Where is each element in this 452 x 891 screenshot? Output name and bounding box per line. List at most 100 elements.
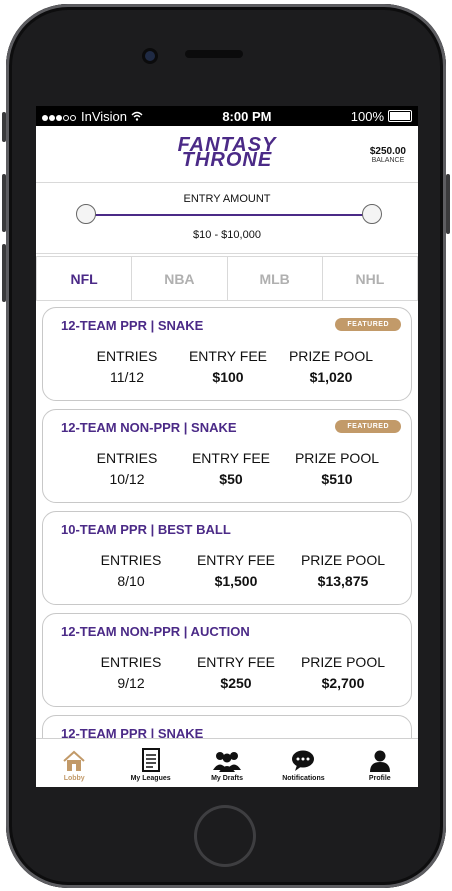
entry-fee-label: ENTRY FEE [188,348,268,364]
tab-nhl[interactable]: NHL [321,257,417,300]
carrier-label: InVision [81,108,128,124]
bottom-nav: Lobby My Leagues My Drafts Notifications… [36,738,418,787]
entries-stat: ENTRIES 8/10 [91,552,171,589]
prize-pool-value: $1,020 [309,369,353,385]
nav-lobby[interactable]: Lobby [36,739,112,787]
group-icon [213,752,242,772]
document-icon [141,748,160,772]
entry-amount-filter: ENTRY AMOUNT $10 - $10,000 [36,183,418,254]
nav-profile[interactable]: Profile [342,739,418,787]
app-header: FANTASY THRONE $250.00 BALANCE [36,126,418,183]
fantasy-throne-logo[interactable]: FANTASY THRONE [36,135,418,171]
camera-icon [145,51,155,61]
power-button [446,174,450,234]
entry-amount-range: $10 - $10,000 [193,229,261,241]
contest-stats: ENTRIES 9/12 ENTRY FEE $250 PRIZE POOL $… [91,654,385,691]
nav-label: Lobby [63,775,85,782]
prize-pool-stat: PRIZE POOL $2,700 [301,654,385,691]
entry-slider-min-handle[interactable] [76,204,96,224]
entry-fee-stat: ENTRY FEE $100 [188,348,268,385]
volume-up-button [2,174,6,232]
prize-pool-label: PRIZE POOL [300,654,385,670]
entries-label: ENTRIES [100,654,162,670]
entry-fee-label: ENTRY FEE [191,450,271,466]
contest-card[interactable]: 10-TEAM PPR | BEST BALL ENTRIES 8/10 ENT… [42,511,412,605]
contest-list[interactable]: 12-TEAM PPR | SNAKE FEATURED ENTRIES 11/… [36,301,418,767]
entries-value: 9/12 [117,675,145,691]
nav-label: Profile [368,775,391,782]
contest-stats: ENTRIES 8/10 ENTRY FEE $1,500 PRIZE POOL… [91,552,385,589]
entries-label: ENTRIES [100,552,162,568]
entry-fee-value: $50 [219,471,243,487]
speaker-grille [185,50,243,58]
entries-label: ENTRIES [96,348,158,364]
entry-fee-stat: ENTRY FEE $250 [196,654,276,691]
clock: 8:00 PM [222,108,272,124]
contest-card[interactable]: 12-TEAM NON-PPR | SNAKE FEATURED ENTRIES… [42,409,412,503]
contest-stats: ENTRIES 11/12 ENTRY FEE $100 PRIZE POOL … [87,348,373,385]
prize-pool-value: $510 [321,471,353,487]
entry-fee-label: ENTRY FEE [196,552,276,568]
balance-amount: $250.00 [369,146,406,157]
prize-pool-stat: PRIZE POOL $13,875 [301,552,385,589]
sport-tabs: NFL NBA MLB NHL [36,256,418,301]
nav-my-drafts[interactable]: My Drafts [189,739,265,787]
entry-amount-title: ENTRY AMOUNT [183,193,271,205]
user-icon [369,750,390,772]
entry-slider-track[interactable] [86,214,372,216]
home-button [197,808,253,864]
tab-nba[interactable]: NBA [131,257,226,300]
prize-pool-stat: PRIZE POOL $1,020 [289,348,373,385]
contest-stats: ENTRIES 10/12 ENTRY FEE $50 PRIZE POOL $… [87,450,379,487]
status-bar: InVision 8:00 PM 100% [36,106,418,126]
chat-bubble-icon [292,750,315,771]
entry-fee-value: $250 [220,675,252,691]
prize-pool-label: PRIZE POOL [294,450,379,466]
wifi-icon [131,111,143,121]
prize-pool-label: PRIZE POOL [300,552,385,568]
prize-pool-label: PRIZE POOL [288,348,373,364]
featured-badge: FEATURED [335,318,401,331]
battery-group: 100% [351,109,412,124]
contest-title: 12-TEAM NON-PPR | AUCTION [61,624,250,639]
entries-stat: ENTRIES 9/12 [91,654,171,691]
battery-icon [388,110,412,122]
entry-fee-label: ENTRY FEE [196,654,276,670]
entries-value: 11/12 [110,369,144,385]
featured-badge: FEATURED [335,420,401,433]
app-screen: InVision 8:00 PM 100% FANTASY THRONE $25… [36,106,418,787]
contest-title: 12-TEAM PPR | SNAKE [61,318,204,333]
nav-label: My Leagues [130,775,171,782]
tab-nfl[interactable]: NFL [37,257,131,300]
nav-label: Notifications [282,775,325,782]
prize-pool-stat: PRIZE POOL $510 [295,450,379,487]
entry-fee-stat: ENTRY FEE $1,500 [196,552,276,589]
volume-down-button [2,244,6,302]
battery-percent: 100% [350,108,384,124]
entry-fee-stat: ENTRY FEE $50 [191,450,271,487]
contest-title: 10-TEAM PPR | BEST BALL [61,522,231,537]
balance-display[interactable]: $250.00 BALANCE [370,146,406,164]
tab-mlb[interactable]: MLB [226,257,322,300]
signal-icon [42,109,77,124]
nav-my-leagues[interactable]: My Leagues [112,739,188,787]
contest-card[interactable]: 12-TEAM PPR | SNAKE FEATURED ENTRIES 11/… [42,307,412,401]
entries-stat: ENTRIES 10/12 [87,450,167,487]
prize-pool-value: $2,700 [321,675,365,691]
balance-label: BALANCE [371,157,405,164]
contest-title: 12-TEAM NON-PPR | SNAKE [61,420,237,435]
home-icon [63,750,85,771]
entries-value: 8/10 [117,573,145,589]
contest-card[interactable]: 12-TEAM NON-PPR | AUCTION ENTRIES 9/12 E… [42,613,412,707]
nav-notifications[interactable]: Notifications [265,739,341,787]
nav-label: My Drafts [211,775,243,782]
entry-slider-max-handle[interactable] [362,204,382,224]
prize-pool-value: $13,875 [317,573,369,589]
entries-label: ENTRIES [96,450,158,466]
mute-switch [2,112,6,142]
logo-line-2: THRONE [181,149,273,171]
entry-fee-value: $100 [212,369,244,385]
entries-stat: ENTRIES 11/12 [87,348,167,385]
carrier-group: InVision [42,109,143,124]
entry-fee-value: $1,500 [214,573,258,589]
